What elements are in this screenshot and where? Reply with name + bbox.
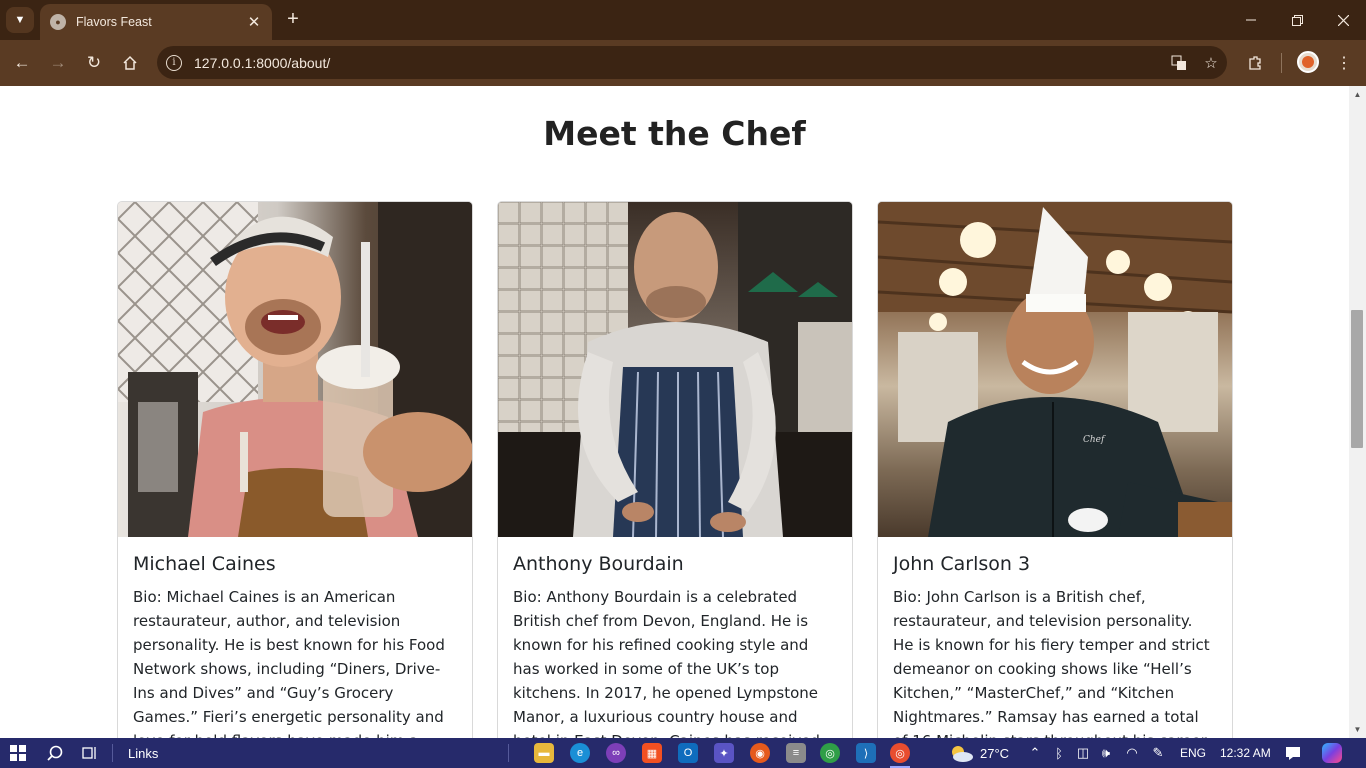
start-button[interactable] bbox=[8, 738, 28, 768]
chef-card: Anthony Bourdain Bio: Anthony Bourdain i… bbox=[497, 201, 853, 738]
restore-icon bbox=[1291, 14, 1303, 26]
bookmark-star-icon[interactable]: ☆ bbox=[1195, 54, 1227, 72]
language-indicator[interactable]: ENG bbox=[1180, 738, 1206, 768]
chef-photo bbox=[118, 202, 472, 537]
new-tab-button[interactable]: + bbox=[282, 8, 304, 32]
chef-photo bbox=[498, 202, 852, 537]
firefox-icon[interactable]: ◉ bbox=[750, 743, 770, 763]
scroll-down-icon[interactable]: ▼ bbox=[1349, 721, 1366, 738]
copilot-sparkle-icon[interactable]: ✦ bbox=[714, 743, 734, 763]
tab-search-button[interactable]: ▼ bbox=[6, 7, 34, 33]
globe-icon: ● bbox=[50, 14, 66, 30]
search-button[interactable] bbox=[44, 738, 66, 768]
taskbar-divider bbox=[112, 744, 113, 762]
file-explorer-icon[interactable]: ▬ bbox=[534, 743, 554, 763]
page-scrollbar[interactable]: ▲ ▼ bbox=[1349, 86, 1366, 738]
vscode-icon[interactable]: ⟩ bbox=[856, 743, 876, 763]
browser-toolbar: ← → ↻ i 127.0.0.1:8000/about/ ☆ ⋮ bbox=[0, 40, 1366, 86]
bluetooth-icon[interactable]: ᛒ bbox=[1052, 738, 1066, 768]
chef-bio: Bio: Michael Caines is an American resta… bbox=[133, 588, 445, 738]
page-title: Meet the Chef bbox=[543, 114, 806, 153]
scrollbar-thumb[interactable] bbox=[1351, 310, 1363, 448]
reload-icon: ↻ bbox=[86, 53, 102, 72]
store-icon[interactable]: ▦ bbox=[642, 743, 662, 763]
outlook-icon[interactable]: O bbox=[678, 743, 698, 763]
page-viewport: Meet the Chef Michael Caines Bio: Michae… bbox=[0, 86, 1349, 738]
scroll-up-icon[interactable]: ▲ bbox=[1349, 86, 1366, 103]
volume-icon[interactable]: 🕪 bbox=[1098, 738, 1114, 768]
chevron-down-icon: ▼ bbox=[14, 14, 26, 26]
browser-tab-strip: ▼ ● Flavors Feast ✕ + bbox=[0, 0, 1366, 40]
chef-name: John Carlson 3 bbox=[893, 553, 1031, 575]
mask-app-icon[interactable]: ∞ bbox=[606, 743, 626, 763]
chef-card: Michael Caines Bio: Michael Caines is an… bbox=[117, 201, 473, 738]
chef-card: Chef John Carlson 3 Bio: John Carlson is… bbox=[877, 201, 1233, 738]
restore-button[interactable] bbox=[1274, 0, 1320, 40]
browser-tab[interactable]: ● Flavors Feast ✕ bbox=[40, 4, 272, 40]
chrome-active-icon[interactable]: ◎ bbox=[890, 743, 910, 763]
chef-name: Michael Caines bbox=[133, 553, 276, 575]
search-icon bbox=[47, 745, 63, 761]
weather-temperature[interactable]: 27°C bbox=[980, 738, 1009, 768]
tab-close-button[interactable]: ✕ bbox=[246, 13, 262, 31]
svg-text:Chef: Chef bbox=[1083, 435, 1106, 445]
more-menu-icon[interactable]: ⋮ bbox=[1332, 51, 1356, 75]
extensions-icon[interactable] bbox=[1243, 51, 1267, 75]
wifi-icon[interactable]: ◠ bbox=[1124, 738, 1140, 768]
pen-icon[interactable]: ✎ bbox=[1150, 738, 1166, 768]
close-window-button[interactable] bbox=[1320, 0, 1366, 40]
chrome-icon[interactable]: ◎ bbox=[820, 743, 840, 763]
windows-logo-icon bbox=[10, 745, 26, 761]
reload-button[interactable]: ↻ bbox=[82, 51, 106, 75]
clock[interactable]: 12:32 AM bbox=[1220, 738, 1271, 768]
forward-button[interactable]: → bbox=[46, 51, 70, 75]
back-button[interactable]: ← bbox=[10, 51, 34, 75]
home-icon bbox=[123, 55, 137, 70]
address-bar[interactable]: i 127.0.0.1:8000/about/ ☆ bbox=[157, 46, 1227, 79]
camera-icon[interactable]: ◫ bbox=[1076, 738, 1090, 768]
weather-icon[interactable] bbox=[946, 738, 976, 768]
profile-avatar[interactable] bbox=[1297, 51, 1319, 73]
chevron-up-icon[interactable]: ⌃ bbox=[1028, 738, 1042, 768]
toolbar-divider bbox=[1281, 53, 1282, 73]
task-view-icon bbox=[82, 747, 96, 759]
windows-taskbar: Links ▬ e ∞ ▦ O ✦ ◉ ≡ ◎ ⟩ ◎ 27°C ⌃ ᛒ ◫ 🕪… bbox=[0, 738, 1366, 768]
database-icon[interactable]: ≡ bbox=[786, 743, 806, 763]
taskbar-divider bbox=[508, 744, 509, 762]
url-text: 127.0.0.1:8000/about/ bbox=[194, 54, 331, 71]
translate-icon[interactable] bbox=[1163, 55, 1195, 71]
chef-bio: Bio: Anthony Bourdain is a celebrated Br… bbox=[513, 588, 820, 738]
chef-name: Anthony Bourdain bbox=[513, 553, 684, 575]
edge-icon[interactable]: e bbox=[570, 743, 590, 763]
tab-title: Flavors Feast bbox=[76, 15, 152, 29]
task-view-button[interactable] bbox=[80, 738, 100, 768]
chef-photo: Chef bbox=[878, 202, 1232, 537]
arrow-left-icon: ← bbox=[13, 53, 31, 72]
chef-bio: Bio: John Carlson is a British chef, res… bbox=[893, 588, 1210, 738]
notification-icon[interactable] bbox=[1284, 738, 1302, 768]
home-button[interactable] bbox=[118, 51, 142, 75]
minimize-icon bbox=[1246, 19, 1256, 21]
copilot-icon[interactable] bbox=[1322, 743, 1342, 763]
arrow-right-icon: → bbox=[49, 53, 67, 72]
site-info-icon[interactable]: i bbox=[166, 54, 182, 71]
minimize-button[interactable] bbox=[1228, 0, 1274, 40]
links-toolbar[interactable]: Links bbox=[128, 738, 158, 768]
close-icon bbox=[1337, 14, 1349, 26]
